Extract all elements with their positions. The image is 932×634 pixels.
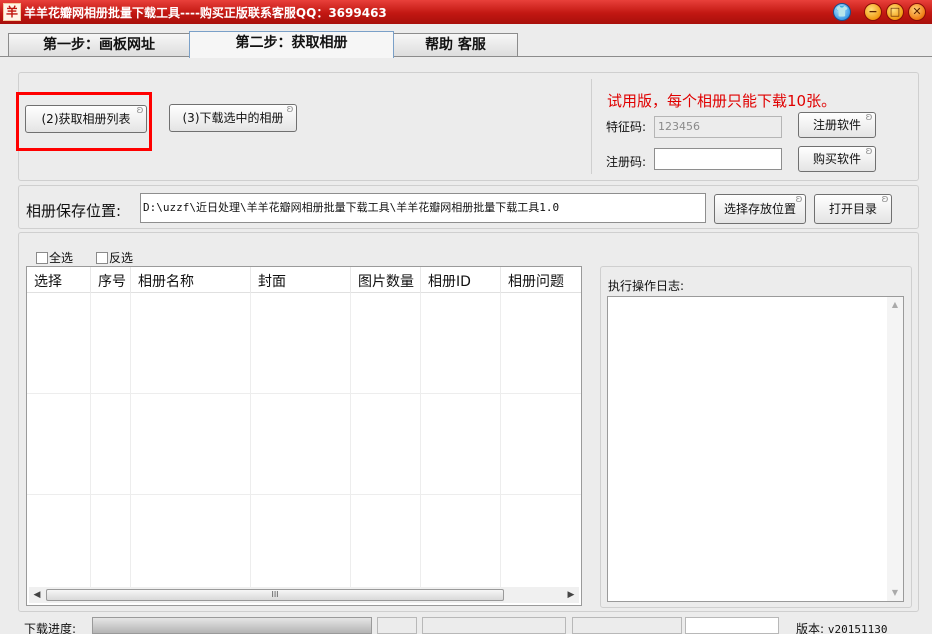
grid-line <box>420 293 421 587</box>
highlight-box <box>16 92 152 151</box>
status-bar: 下载进度: 版本: v20151130 <box>0 612 932 634</box>
close-icon[interactable]: ✕ <box>908 3 926 21</box>
invert-selection-checkbox[interactable]: 反选 <box>96 249 133 266</box>
corner-curl-icon: ʚ <box>865 110 873 123</box>
trial-notice: 试用版，每个相册只能下载10张。 <box>607 92 837 110</box>
version-value: v20151130 <box>827 623 888 634</box>
tab-step1[interactable]: 第一步：画板网址 <box>8 33 190 57</box>
grid-line <box>27 393 581 394</box>
minimize-icon[interactable]: − <box>864 3 882 21</box>
column-header-index[interactable]: 序号 <box>91 267 131 293</box>
reg-code-label: 注册码: <box>606 155 647 169</box>
select-all-checkbox[interactable]: 全选 <box>36 249 73 266</box>
actions-panel <box>18 72 919 181</box>
log-label: 执行操作日志: <box>608 279 685 293</box>
log-vertical-scrollbar[interactable]: ▲ ▼ <box>887 297 903 601</box>
grid-line <box>90 293 91 587</box>
corner-curl-icon: ʚ <box>286 102 294 115</box>
grid-line <box>250 293 251 587</box>
table-header: 选择 序号 相册名称 封面 图片数量 相册ID 相册问题 <box>27 267 581 293</box>
grid-line <box>500 293 501 587</box>
invert-selection-label: 反选 <box>109 251 134 265</box>
register-button[interactable]: 注册软件 ʚ <box>798 110 876 138</box>
column-header-album-issue[interactable]: 相册问题 <box>501 267 581 293</box>
download-progress-bar <box>92 617 372 634</box>
choose-location-button[interactable]: 选择存放位置 ʚ <box>714 192 806 224</box>
corner-curl-icon: ʚ <box>865 144 873 157</box>
register-button-label: 注册软件 <box>812 118 861 132</box>
title-bar[interactable]: 羊 羊羊花瓣网相册批量下载工具----购买正版联系客服QQ：3699463 👕 … <box>0 0 932 24</box>
save-path-input[interactable]: D:\uzzf\近日处理\羊羊花瓣网相册批量下载工具\羊羊花瓣网相册批量下载工具… <box>140 193 706 223</box>
buy-button[interactable]: 购买软件 ʚ <box>798 144 876 172</box>
select-all-label: 全选 <box>49 251 74 265</box>
app-logo-icon: 羊 <box>3 3 21 21</box>
maximize-icon[interactable]: □ <box>886 3 904 21</box>
open-folder-button[interactable]: 打开目录 ʚ <box>814 192 892 224</box>
scroll-up-icon[interactable]: ▲ <box>887 297 903 313</box>
scroll-left-icon[interactable]: ◀ <box>29 587 45 603</box>
panel-divider <box>591 79 592 174</box>
column-header-image-count[interactable]: 图片数量 <box>351 267 421 293</box>
feature-code-label: 特征码: <box>606 120 647 134</box>
window-title: 羊羊花瓣网相册批量下载工具----购买正版联系客服QQ：3699463 <box>24 6 387 20</box>
tab-bar: 第一步：画板网址 第二步：获取相册 帮助 客服 <box>0 24 932 58</box>
status-segment <box>377 617 417 634</box>
save-path-label: 相册保存位置: <box>26 202 122 220</box>
album-table[interactable]: 选择 序号 相册名称 封面 图片数量 相册ID 相册问题 ◀ III ▶ <box>26 266 582 606</box>
tab-divider <box>0 56 932 57</box>
checkbox-box <box>36 252 48 264</box>
scroll-down-icon[interactable]: ▼ <box>887 585 903 601</box>
status-segment <box>572 617 682 634</box>
corner-curl-icon: ʚ <box>881 192 889 205</box>
version-caption: 版本: <box>796 622 825 634</box>
corner-curl-icon: ʚ <box>795 192 803 205</box>
scroll-right-icon[interactable]: ▶ <box>563 587 579 603</box>
progress-fill <box>93 618 371 633</box>
choose-location-label: 选择存放位置 <box>723 202 796 216</box>
column-header-select[interactable]: 选择 <box>27 267 91 293</box>
grid-line <box>27 494 581 495</box>
grid-line <box>130 293 131 587</box>
download-selected-label: (3)下载选中的相册 <box>182 111 284 125</box>
version-label: 版本: v20151130 <box>796 620 887 634</box>
download-selected-button[interactable]: (3)下载选中的相册 ʚ <box>169 102 297 132</box>
tab-help[interactable]: 帮助 客服 <box>393 33 518 57</box>
feature-code-field[interactable]: 123456 <box>654 116 782 138</box>
log-textarea[interactable]: ▲ ▼ <box>607 296 904 602</box>
status-segment <box>685 617 779 634</box>
column-header-cover[interactable]: 封面 <box>251 267 351 293</box>
open-folder-label: 打开目录 <box>828 202 877 216</box>
grid-line <box>350 293 351 587</box>
shirt-icon[interactable]: 👕 <box>833 3 851 21</box>
status-segment <box>422 617 566 634</box>
column-header-album-name[interactable]: 相册名称 <box>131 267 251 293</box>
table-horizontal-scrollbar[interactable]: ◀ III ▶ <box>29 587 579 603</box>
column-header-album-id[interactable]: 相册ID <box>421 267 501 293</box>
scrollbar-thumb[interactable]: III <box>46 589 504 601</box>
buy-button-label: 购买软件 <box>812 152 861 166</box>
reg-code-field[interactable] <box>654 148 782 170</box>
progress-label: 下载进度: <box>24 622 77 634</box>
checkbox-box <box>96 252 108 264</box>
tab-step2[interactable]: 第二步：获取相册 <box>189 31 394 58</box>
